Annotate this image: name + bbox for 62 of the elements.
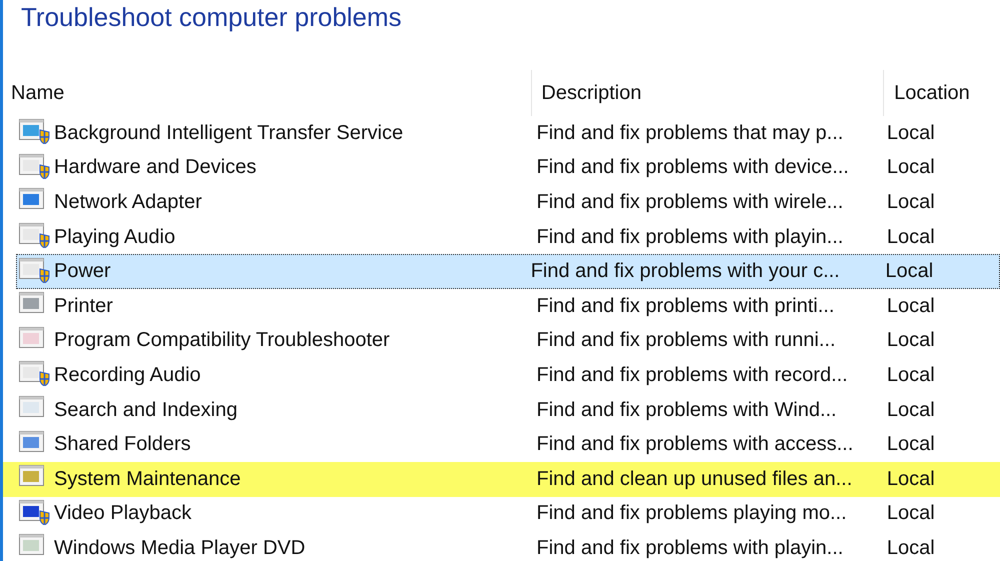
troubleshooter-name: Recording Audio [54,364,201,387]
troubleshooter-icon [19,256,51,283]
location-text: Local [886,364,935,387]
troubleshooter-name: Hardware and Devices [54,156,256,180]
location-text: Local [886,329,935,352]
table-row[interactable]: Recording Audio Find and fix problems with record... Local [3,358,1000,393]
troubleshooter-name: Video Playback [54,502,192,526]
troubleshooter-name: Program Compatibility Troubleshooter [54,329,390,352]
troubleshooter-name: Printer [54,294,113,318]
location-text: Local [886,190,935,214]
troubleshooter-name: Search and Indexing [54,398,238,422]
troubleshooter-name: Background Intelligent Transfer Service [54,122,404,145]
location-text: Local [886,226,935,249]
troubleshooter-name: Shared Folders [54,433,191,456]
description-text: Find and fix problems with record... [536,364,848,387]
table-row[interactable]: Power Find and fix problems with your c... Local [16,254,1000,289]
description-text: Find and fix problems with runni... [536,329,836,352]
description-text: Find and fix problems with playin... [536,536,844,560]
table-row[interactable]: Shared Folders Find and fix problems with access... Local [3,427,1000,462]
description-text: Find and fix problems with device... [536,156,849,180]
troubleshooter-name: Network Adapter [54,190,202,214]
description-text: Find and fix problems with Wind... [536,398,837,422]
troubleshooter-name: Windows Media Player DVD [54,536,306,560]
page-title: Troubleshoot computer problems [20,1,403,34]
table-row[interactable]: System Maintenance Find and clean up unused files an... Local [3,462,1000,497]
troubleshooter-icon [19,360,51,386]
description-text: Find and fix problems with access... [536,433,854,456]
table-row[interactable]: Printer Find and fix problems with printi... Local [3,288,1000,324]
troubleshooter-icon [19,152,51,179]
table-row[interactable]: Search and Indexing Find and fix problems with Wind... Local [3,392,1000,428]
troubleshooter-name: System Maintenance [54,468,241,491]
description-text: Find and fix problems with printi... [536,294,834,318]
location-text: Local [885,260,934,284]
table-row[interactable]: Program Compatibility Troubleshooter Find and fix problems with runni... Local [3,324,1000,358]
column-header[interactable]: Description [531,70,884,116]
column-header[interactable]: Name [3,70,532,116]
troubleshooter-name: Playing Audio [54,226,176,249]
table-row[interactable]: Video Playback Find and fix problems playing mo... Local [3,496,1000,532]
column-header[interactable]: Location [883,70,1000,116]
location-text: Local [886,433,935,456]
location-text: Local [886,398,935,422]
location-text: Local [886,122,935,145]
description-text: Find and fix problems with playin... [536,226,844,249]
description-text: Find and fix problems playing mo... [536,502,847,526]
location-text: Local [886,156,935,180]
description-text: Find and fix problems with your c... [530,260,840,284]
troubleshooter-icon [19,498,51,525]
location-text: Local [886,536,935,560]
table-row[interactable]: Playing Audio Find and fix problems with playin... Local [3,220,1000,254]
table-row[interactable]: Network Adapter Find and fix problems with wirele... Local [3,185,1000,220]
troubleshooter-icon [19,118,51,144]
table-row[interactable]: Background Intelligent Transfer Service Find and fix problems that may p... Local [3,116,1000,151]
troubleshooter-name: Power [54,260,111,284]
description-text: Find and fix problems that may p... [536,122,844,145]
table-row[interactable]: Hardware and Devices Find and fix problems with device... Local [3,150,1000,186]
table-row[interactable]: Windows Media Player DVD Find and fix problems with playin... Local [3,531,1000,561]
troubleshooter-icon [19,222,51,248]
location-text: Local [886,468,935,491]
location-text: Local [886,294,935,318]
description-text: Find and fix problems with wirele... [536,190,844,214]
location-text: Local [886,502,935,526]
description-text: Find and clean up unused files an... [536,468,852,491]
